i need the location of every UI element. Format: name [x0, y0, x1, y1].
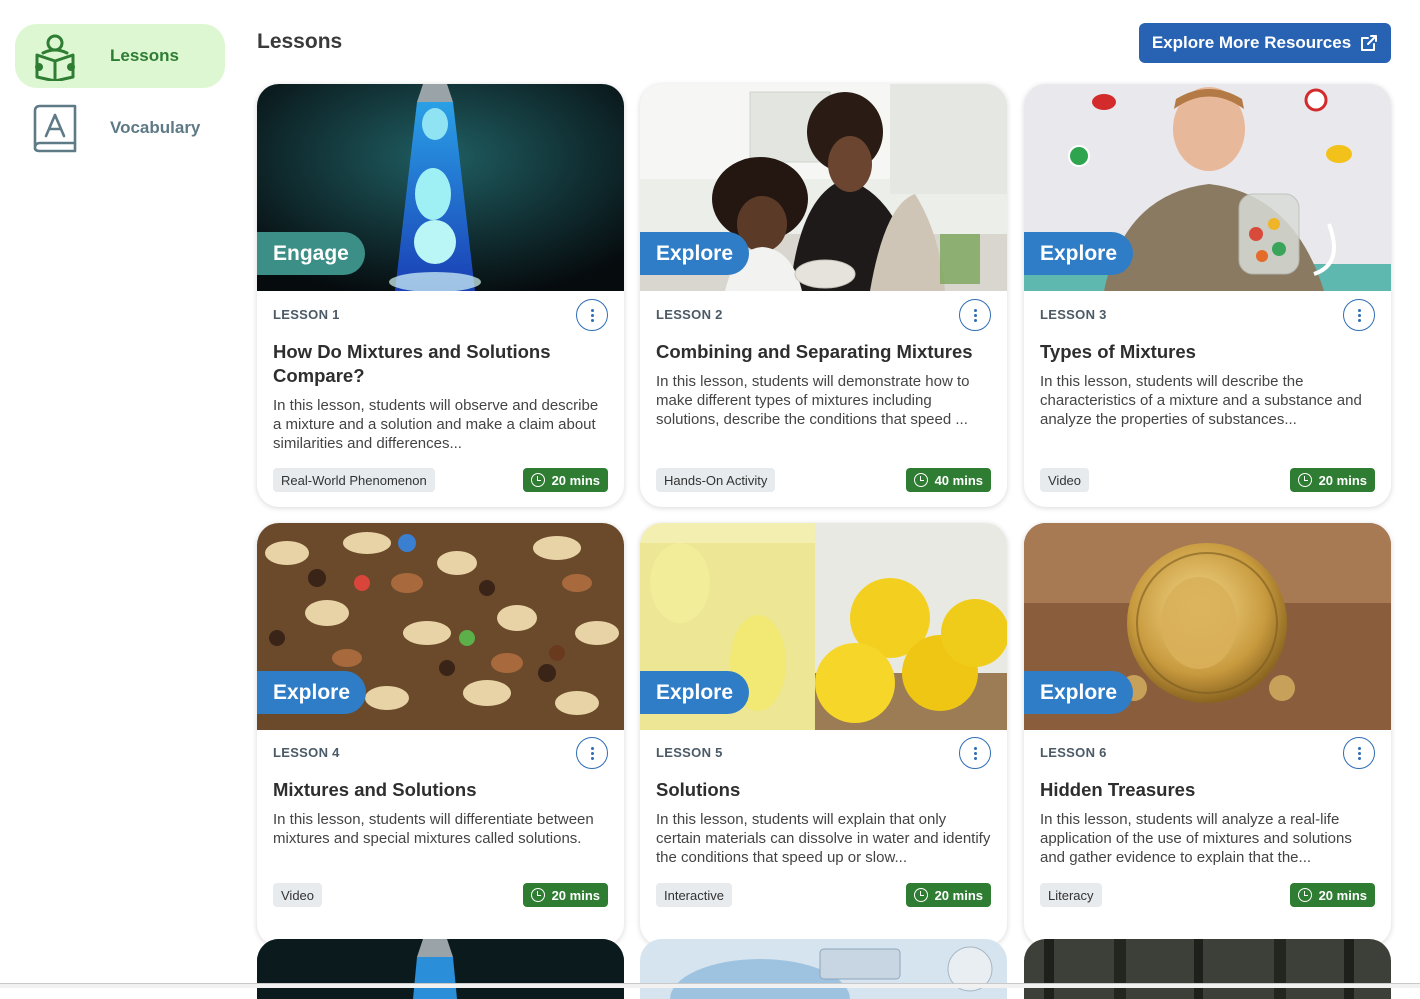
- lesson-description: In this lesson, students will observe an…: [273, 397, 599, 452]
- duration-label: 40 mins: [934, 472, 983, 488]
- lesson-number: LESSON 2: [656, 307, 723, 322]
- duration-badge: 20 mins: [1289, 883, 1375, 907]
- duration-label: 20 mins: [1318, 887, 1367, 903]
- lesson-card-partial[interactable]: [1024, 939, 1391, 999]
- status-bar: [0, 983, 1420, 988]
- phase-badge: Explore: [640, 671, 750, 714]
- lesson-card-partial[interactable]: [257, 939, 624, 999]
- lesson-card-partial[interactable]: [640, 939, 1007, 999]
- more-options-button[interactable]: [959, 299, 991, 331]
- lesson-card[interactable]: Explore LESSON 2 Combining and Separatin…: [640, 84, 1007, 507]
- phase-badge: Engage: [257, 232, 365, 275]
- lesson-title[interactable]: Mixtures and Solutions: [273, 778, 608, 802]
- activity-type-tag: Hands-On Activity: [656, 468, 776, 492]
- activity-type-tag: Video: [273, 883, 323, 907]
- lesson-number: LESSON 6: [1040, 745, 1107, 760]
- lesson-description: In this lesson, students will analyze a …: [1040, 811, 1352, 866]
- lesson-number: LESSON 4: [273, 745, 340, 760]
- more-options-button[interactable]: [1343, 737, 1375, 769]
- duration-badge: 20 mins: [522, 883, 608, 907]
- sidebar-item-vocabulary[interactable]: Vocabulary: [15, 96, 225, 160]
- lesson-title[interactable]: Types of Mixtures: [1040, 340, 1375, 364]
- vocabulary-book-icon: [30, 103, 80, 153]
- lesson-card[interactable]: Engage LESSON 1 How Do Mixtures and Solu…: [257, 84, 624, 507]
- phase-badge: Explore: [1024, 232, 1134, 275]
- external-link-icon: [1361, 35, 1378, 51]
- page-title: Lessons: [257, 30, 343, 53]
- lesson-card[interactable]: Explore LESSON 4 Mixtures and Solutions …: [257, 523, 624, 946]
- lesson-card[interactable]: Explore LESSON 3 Types of Mixtures In th…: [1024, 84, 1391, 507]
- lesson-number: LESSON 5: [656, 745, 723, 760]
- clock-icon: [530, 888, 545, 902]
- more-options-button[interactable]: [1343, 299, 1375, 331]
- lesson-description: In this lesson, students will describe t…: [1040, 373, 1362, 428]
- sidebar-item-lessons[interactable]: Lessons: [15, 24, 225, 88]
- explore-button-label: Explore More Resources: [1151, 33, 1352, 52]
- more-options-button[interactable]: [959, 737, 991, 769]
- clock-icon: [1297, 888, 1312, 902]
- lesson-title[interactable]: Combining and Separating Mixtures: [656, 340, 991, 364]
- duration-label: 20 mins: [551, 887, 600, 903]
- lesson-card[interactable]: Explore LESSON 6 Hidden Treasures In thi…: [1024, 523, 1391, 946]
- lesson-title[interactable]: Hidden Treasures: [1040, 778, 1375, 802]
- phase-badge: Explore: [257, 671, 367, 714]
- duration-label: 20 mins: [934, 887, 983, 903]
- lesson-card[interactable]: Explore LESSON 5 Solutions In this lesso…: [640, 523, 1007, 946]
- activity-type-tag: Interactive: [656, 883, 732, 907]
- activity-type-tag: Video: [1040, 468, 1090, 492]
- book-reader-icon: [30, 31, 80, 81]
- phase-badge: Explore: [1024, 671, 1134, 714]
- activity-type-tag: Literacy: [1040, 883, 1102, 907]
- lesson-description: In this lesson, students will differenti…: [273, 811, 594, 847]
- clock-icon: [913, 888, 928, 902]
- duration-label: 20 mins: [551, 472, 600, 488]
- explore-more-resources-button[interactable]: Explore More Resources: [1139, 23, 1391, 63]
- clock-icon: [1297, 473, 1312, 487]
- sidebar-item-label: Vocabulary: [110, 118, 201, 137]
- lesson-title[interactable]: How Do Mixtures and Solutions Compare?: [273, 340, 608, 388]
- more-options-button[interactable]: [576, 737, 608, 769]
- duration-badge: 40 mins: [905, 468, 991, 492]
- lesson-title[interactable]: Solutions: [656, 778, 991, 802]
- duration-badge: 20 mins: [1289, 468, 1375, 492]
- clock-icon: [530, 473, 545, 487]
- duration-badge: 20 mins: [905, 883, 991, 907]
- sidebar-item-label: Lessons: [110, 46, 179, 65]
- clock-icon: [913, 473, 928, 487]
- more-options-button[interactable]: [576, 299, 608, 331]
- lesson-number: LESSON 1: [273, 307, 340, 322]
- duration-label: 20 mins: [1318, 472, 1367, 488]
- lesson-number: LESSON 3: [1040, 307, 1107, 322]
- duration-badge: 20 mins: [522, 468, 608, 492]
- activity-type-tag: Real-World Phenomenon: [273, 468, 435, 492]
- sidebar: Lessons Vocabulary: [0, 0, 240, 988]
- lesson-description: In this lesson, students will demonstrat…: [656, 373, 970, 428]
- lesson-description: In this lesson, students will explain th…: [656, 811, 991, 866]
- phase-badge: Explore: [640, 232, 750, 275]
